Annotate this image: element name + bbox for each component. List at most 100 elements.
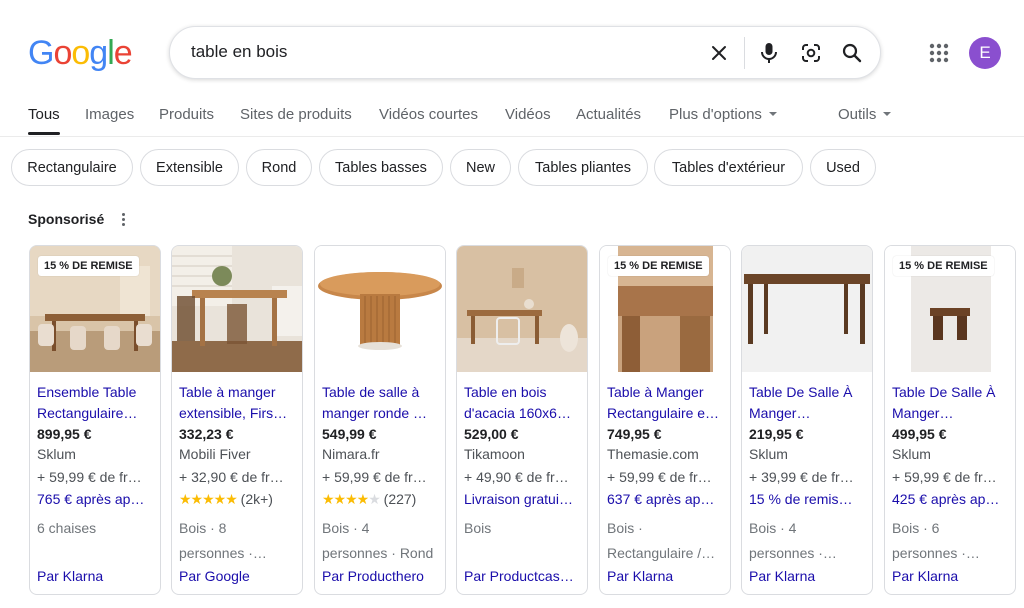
discount-badge: 15 % DE REMISE <box>608 256 709 276</box>
tab-news[interactable]: Actualités <box>576 106 641 123</box>
more-options-icon[interactable] <box>117 211 129 229</box>
clear-icon[interactable] <box>706 40 732 66</box>
tab-tools[interactable]: Outils <box>838 106 892 123</box>
product-card[interactable]: 15 % DE REMISE Ensemble Table Rectangula… <box>29 245 161 595</box>
product-price: 499,95 € <box>892 426 947 442</box>
product-detail-line: personnes ·… <box>179 545 267 561</box>
product-merchant: Sklum <box>749 446 788 462</box>
chip-new[interactable]: New <box>450 149 511 186</box>
google-logo[interactable]: Google <box>28 34 133 73</box>
tab-tools-label: Outils <box>838 106 877 123</box>
product-via-link[interactable]: Par Klarna <box>37 568 157 584</box>
product-shipping: + 49,90 € de fr… <box>464 469 569 485</box>
chip-folding-tables[interactable]: Tables pliantes <box>518 149 648 186</box>
star-empty-icon: ★ <box>368 491 381 507</box>
product-details: Bois · 6 personnes ·… <box>892 516 1012 566</box>
microphone-icon[interactable] <box>756 40 782 66</box>
product-via-link[interactable]: Par Producthero <box>322 568 442 584</box>
product-title[interactable]: Table en bois d'acacia 160x6… <box>464 382 582 424</box>
chip-round[interactable]: Rond <box>246 149 312 186</box>
product-title[interactable]: Ensemble Table Rectangulaire… <box>37 382 155 424</box>
discount-badge: 15 % DE REMISE <box>893 256 994 276</box>
product-card[interactable]: 15 % DE REMISE Table De Salle À Manger… … <box>884 245 1016 595</box>
tab-products[interactable]: Produits <box>159 106 214 123</box>
product-title[interactable]: Table De Salle À Manger… <box>892 382 1010 424</box>
product-title[interactable]: Table de salle à manger ronde … <box>322 382 440 424</box>
logo-letter: o <box>53 34 72 72</box>
product-detail-line: Bois · 6 <box>892 520 940 536</box>
tab-more-options[interactable]: Plus d'options <box>669 106 777 123</box>
tab-videos[interactable]: Vidéos <box>505 106 551 123</box>
product-title[interactable]: Table De Salle À Manger… <box>749 382 867 424</box>
star-icon: ★★★★ <box>322 491 369 507</box>
product-shipping: + 32,90 € de fr… <box>179 469 284 485</box>
product-shipping: + 39,99 € de fr… <box>749 469 854 485</box>
product-image <box>172 246 302 372</box>
product-merchant: Sklum <box>37 446 76 462</box>
discount-badge: 15 % DE REMISE <box>38 256 139 276</box>
tab-images[interactable]: Images <box>85 106 134 123</box>
product-offer: 637 € après ap… <box>607 491 715 507</box>
chip-extensible[interactable]: Extensible <box>140 149 239 186</box>
product-offer: 765 € après ap… <box>37 491 145 507</box>
product-detail-line: personnes · Rond <box>322 545 434 561</box>
product-via-link[interactable]: Par Google <box>179 568 299 584</box>
account-avatar[interactable]: E <box>969 37 1001 69</box>
product-via-link[interactable]: Par Klarna <box>749 568 869 584</box>
product-shipping: + 59,99 € de fr… <box>892 469 997 485</box>
tab-product-sites[interactable]: Sites de produits <box>240 106 352 123</box>
tab-all[interactable]: Tous <box>28 106 60 123</box>
product-details: Bois · 4 personnes ·… <box>749 516 869 566</box>
product-details: Bois · 4 personnes · Rond <box>322 516 442 566</box>
review-count: (227) <box>383 491 417 507</box>
product-price: 219,95 € <box>749 426 804 442</box>
product-detail-line: 6 chaises <box>37 520 97 536</box>
product-offer: 15 % de remis… <box>749 491 853 507</box>
product-detail-line: Bois <box>464 520 492 536</box>
chip-coffee-tables[interactable]: Tables basses <box>319 149 443 186</box>
product-image <box>457 246 587 372</box>
review-count: (2k+) <box>240 491 273 507</box>
product-detail-line: personnes ·… <box>892 545 980 561</box>
search-input[interactable]: table en bois <box>191 42 287 62</box>
product-price: 749,95 € <box>607 426 662 442</box>
product-shipping: + 59,99 € de fr… <box>322 469 427 485</box>
product-title[interactable]: Table à Manger Rectangulaire e… <box>607 382 725 424</box>
star-icon: ★★★★★ <box>179 491 238 507</box>
product-merchant: Themasie.com <box>607 446 699 462</box>
product-card[interactable]: Table De Salle À Manger… 219,95 € Sklum … <box>741 245 873 595</box>
product-card[interactable]: 15 % DE REMISE Table à Manger Rectangula… <box>599 245 731 595</box>
product-via-link[interactable]: Par Klarna <box>607 568 727 584</box>
chip-outdoor-tables[interactable]: Tables d'extérieur <box>654 149 803 186</box>
product-card[interactable]: Table en bois d'acacia 160x6… 529,00 € T… <box>456 245 588 595</box>
apps-grid-icon[interactable] <box>926 40 952 66</box>
chip-used[interactable]: Used <box>810 149 876 186</box>
product-offer: 425 € après ap… <box>892 491 1000 507</box>
product-card[interactable]: Table à manger extensible, Firs… 332,23 … <box>171 245 303 595</box>
logo-letter: e <box>113 34 133 72</box>
product-shipping: + 59,99 € de fr… <box>607 469 712 485</box>
product-details: Bois <box>464 516 584 566</box>
product-rating: ★★★★★ (227) <box>322 491 416 508</box>
dropdown-caret-icon <box>883 112 892 117</box>
tab-short-videos[interactable]: Vidéos courtes <box>379 106 478 123</box>
search-icon[interactable] <box>839 40 865 66</box>
product-price: 529,00 € <box>464 426 519 442</box>
product-title[interactable]: Table à manger extensible, Firs… <box>179 382 297 424</box>
product-details: Bois · 8 personnes ·… <box>179 516 299 566</box>
product-price: 899,95 € <box>37 426 92 442</box>
chip-rectangular[interactable]: Rectangulaire <box>11 149 133 186</box>
product-detail-line: Bois · <box>607 520 643 536</box>
product-via-link[interactable]: Par Klarna <box>892 568 1012 584</box>
search-box[interactable]: table en bois <box>169 26 881 79</box>
product-card[interactable]: Table de salle à manger ronde … 549,99 €… <box>314 245 446 595</box>
product-via-link[interactable]: Par Productcas… <box>464 568 584 584</box>
google-lens-icon[interactable] <box>798 40 824 66</box>
product-details: Bois · Rectangulaire /… <box>607 516 727 566</box>
product-detail-line: Rectangulaire /… <box>607 545 716 561</box>
product-detail-line: personnes ·… <box>749 545 837 561</box>
tabs-divider <box>0 136 1024 137</box>
logo-letter: o <box>71 34 90 72</box>
product-merchant: Nimara.fr <box>322 446 380 462</box>
product-merchant: Mobili Fiver <box>179 446 251 462</box>
